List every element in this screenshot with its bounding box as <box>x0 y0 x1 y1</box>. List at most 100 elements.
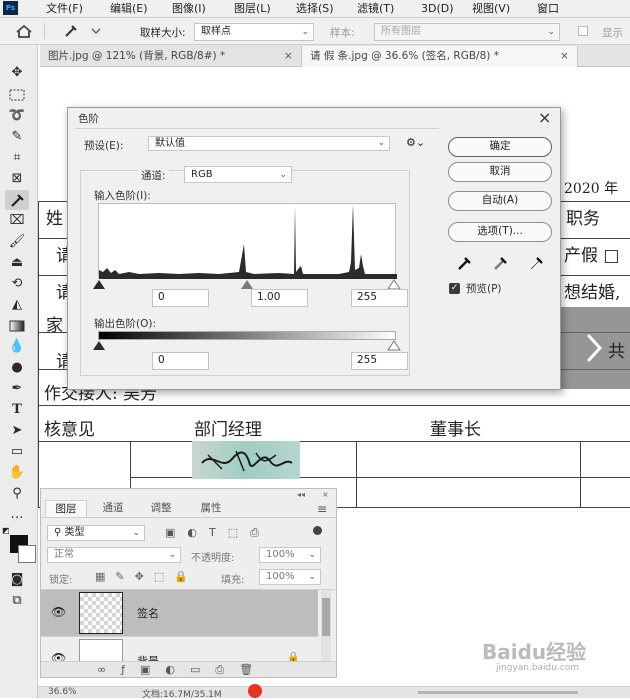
eyedropper-preset-icon[interactable] <box>62 23 102 39</box>
menu-image[interactable]: 图像(I) <box>172 1 206 17</box>
eyedropper-tool-icon[interactable] <box>5 190 29 210</box>
show-ring-checkbox[interactable] <box>578 26 588 36</box>
menu-filter[interactable]: 滤镜(T) <box>357 1 394 17</box>
menu-layer[interactable]: 图层(L) <box>234 1 271 17</box>
close-icon[interactable]: × <box>560 46 569 66</box>
channel-dropdown[interactable]: RGB ⌄ <box>184 166 292 183</box>
panel-menu-icon[interactable]: ≡ <box>317 502 327 516</box>
horizontal-scrollbar[interactable] <box>418 691 578 694</box>
type-tool-icon[interactable]: T <box>5 400 29 420</box>
output-white-field[interactable]: 255 <box>351 352 408 370</box>
close-icon[interactable]: × <box>284 46 293 66</box>
gray-eyedropper-icon[interactable] <box>492 254 510 272</box>
zoom-level[interactable]: 36.6% <box>48 687 77 697</box>
menu-edit[interactable]: 编辑(E) <box>110 1 148 17</box>
chevron-down-icon: ⌄ <box>279 170 287 180</box>
tab-properties[interactable]: 属性 <box>191 500 231 517</box>
tab-channels[interactable]: 通道 <box>93 500 133 517</box>
background-color-swatch[interactable] <box>18 545 36 563</box>
swap-colors-icon[interactable]: ◩ <box>2 526 11 535</box>
options-button[interactable]: 选项(T)... <box>448 222 552 242</box>
tab-image-jpg[interactable]: 图片.jpg @ 121% (背景, RGB/8#) * × <box>40 46 302 67</box>
layer-row-signature[interactable]: 👁 签名 <box>41 590 318 636</box>
blend-mode-dropdown[interactable]: 正常 ⌄ <box>47 547 181 563</box>
close-icon[interactable]: × <box>538 108 551 127</box>
signature-image[interactable] <box>192 441 300 479</box>
collapse-icon[interactable]: ◂◂ <box>297 490 305 499</box>
more-tools-icon[interactable]: … <box>5 505 29 525</box>
divider <box>41 517 336 518</box>
quick-select-tool-icon[interactable]: ✎ <box>5 127 29 147</box>
tab-adjustments[interactable]: 调整 <box>141 500 181 517</box>
eraser-tool-icon[interactable]: ◭ <box>5 295 29 315</box>
black-point-handle <box>93 280 105 289</box>
screen-mode-icon[interactable]: ⧉ <box>5 591 29 611</box>
tab-leave-request-jpg[interactable]: 请 假 条.jpg @ 36.6% (签名, RGB/8) * × <box>302 46 578 67</box>
gradient-tool-icon[interactable] <box>5 316 29 336</box>
menu-file[interactable]: 文件(F) <box>46 1 83 17</box>
stamp-tool-icon[interactable]: ⏏ <box>5 253 29 273</box>
rectangle-tool-icon[interactable]: ▭ <box>5 442 29 462</box>
opacity-value: 100% <box>266 549 295 560</box>
blur-tool-icon[interactable]: 💧 <box>5 337 29 357</box>
table-line <box>580 441 581 507</box>
layers-footer: ∞ƒ▣◐▭⎙🗑 <box>41 661 336 677</box>
marquee-tool-icon[interactable] <box>5 85 29 105</box>
home-icon[interactable] <box>14 23 34 39</box>
menu-window[interactable]: 窗口 <box>537 1 559 17</box>
sample-dropdown[interactable]: 所有图层 ⌄ <box>374 23 560 41</box>
menu-3d[interactable]: 3D(D) <box>421 1 454 17</box>
tab-layers[interactable]: 图层 <box>45 500 87 518</box>
ok-button[interactable]: 确定 <box>448 137 552 157</box>
filter-toggle-icon[interactable] <box>313 526 322 535</box>
filter-kind-dropdown[interactable]: ⚲ 类型 ⌄ <box>47 525 145 541</box>
menu-select[interactable]: 选择(S) <box>296 1 334 17</box>
scrollbar-thumb[interactable] <box>322 598 330 636</box>
input-white-field[interactable]: 255 <box>351 289 408 307</box>
crop-tool-icon[interactable]: ⌗ <box>5 148 29 168</box>
path-select-tool-icon[interactable]: ➤ <box>5 421 29 441</box>
hand-tool-icon[interactable]: ✋ <box>5 463 29 483</box>
next-page-button[interactable]: 共 <box>556 307 630 389</box>
divider <box>44 23 45 39</box>
layer-action-icons[interactable]: ∞ƒ▣◐▭⎙🗑 <box>97 663 268 677</box>
brush-tool-icon[interactable]: 🖌 <box>5 232 29 252</box>
auto-button[interactable]: 自动(A) <box>448 191 552 211</box>
visibility-eye-icon[interactable]: 👁 <box>51 605 66 619</box>
dodge-tool-icon[interactable]: ● <box>5 358 29 378</box>
frame-tool-icon[interactable]: ⊠ <box>5 169 29 189</box>
preview-checkbox[interactable]: ✓ <box>449 283 460 294</box>
table-line <box>38 201 39 507</box>
lock-icons[interactable]: ▦✎✥⬚🔒 <box>95 570 198 583</box>
layer-row-background[interactable]: 👁 背景 🔒 <box>41 636 318 664</box>
healing-tool-icon[interactable]: ⌧ <box>5 211 29 231</box>
lasso-tool-icon[interactable]: ➰ <box>5 106 29 126</box>
row-label: 姓 <box>46 209 63 229</box>
input-gamma-field[interactable]: 1.00 <box>251 289 308 307</box>
progress-dot <box>248 684 262 698</box>
approval-label: 核意见 <box>44 420 95 440</box>
white-eyedropper-icon[interactable] <box>528 254 546 272</box>
input-black-field[interactable]: 0 <box>152 289 209 307</box>
zoom-tool-icon[interactable]: ⚲ <box>5 484 29 504</box>
black-eyedropper-icon[interactable] <box>456 254 474 272</box>
filter-icons[interactable]: ▣◐T⬚⎙ <box>165 526 271 540</box>
layers-scrollbar[interactable] <box>321 590 331 664</box>
quick-mask-icon[interactable]: ◙ <box>5 570 29 590</box>
opacity-field[interactable]: 100% ⌄ <box>259 547 321 563</box>
output-black-field[interactable]: 0 <box>152 352 209 370</box>
white-point-handle <box>387 279 401 290</box>
row-label: 想结婚, <box>564 283 621 303</box>
gear-icon[interactable]: ⚙⌄ <box>406 136 425 149</box>
move-tool-icon[interactable]: ✥ <box>5 63 29 83</box>
fill-field[interactable]: 100% ⌄ <box>259 569 321 585</box>
preset-dropdown[interactable]: 默认值 ⌄ <box>148 136 390 151</box>
cancel-button[interactable]: 取消 <box>448 162 552 182</box>
output-slider-track[interactable] <box>92 339 402 351</box>
pen-tool-icon[interactable]: ✒ <box>5 379 29 399</box>
menu-view[interactable]: 视图(V) <box>472 1 510 17</box>
chevron-down-icon: ⌄ <box>168 550 176 560</box>
history-brush-tool-icon[interactable]: ⟲ <box>5 274 29 294</box>
close-icon[interactable]: × <box>322 490 329 499</box>
sample-size-dropdown[interactable]: 取样点 ⌄ <box>194 23 314 41</box>
